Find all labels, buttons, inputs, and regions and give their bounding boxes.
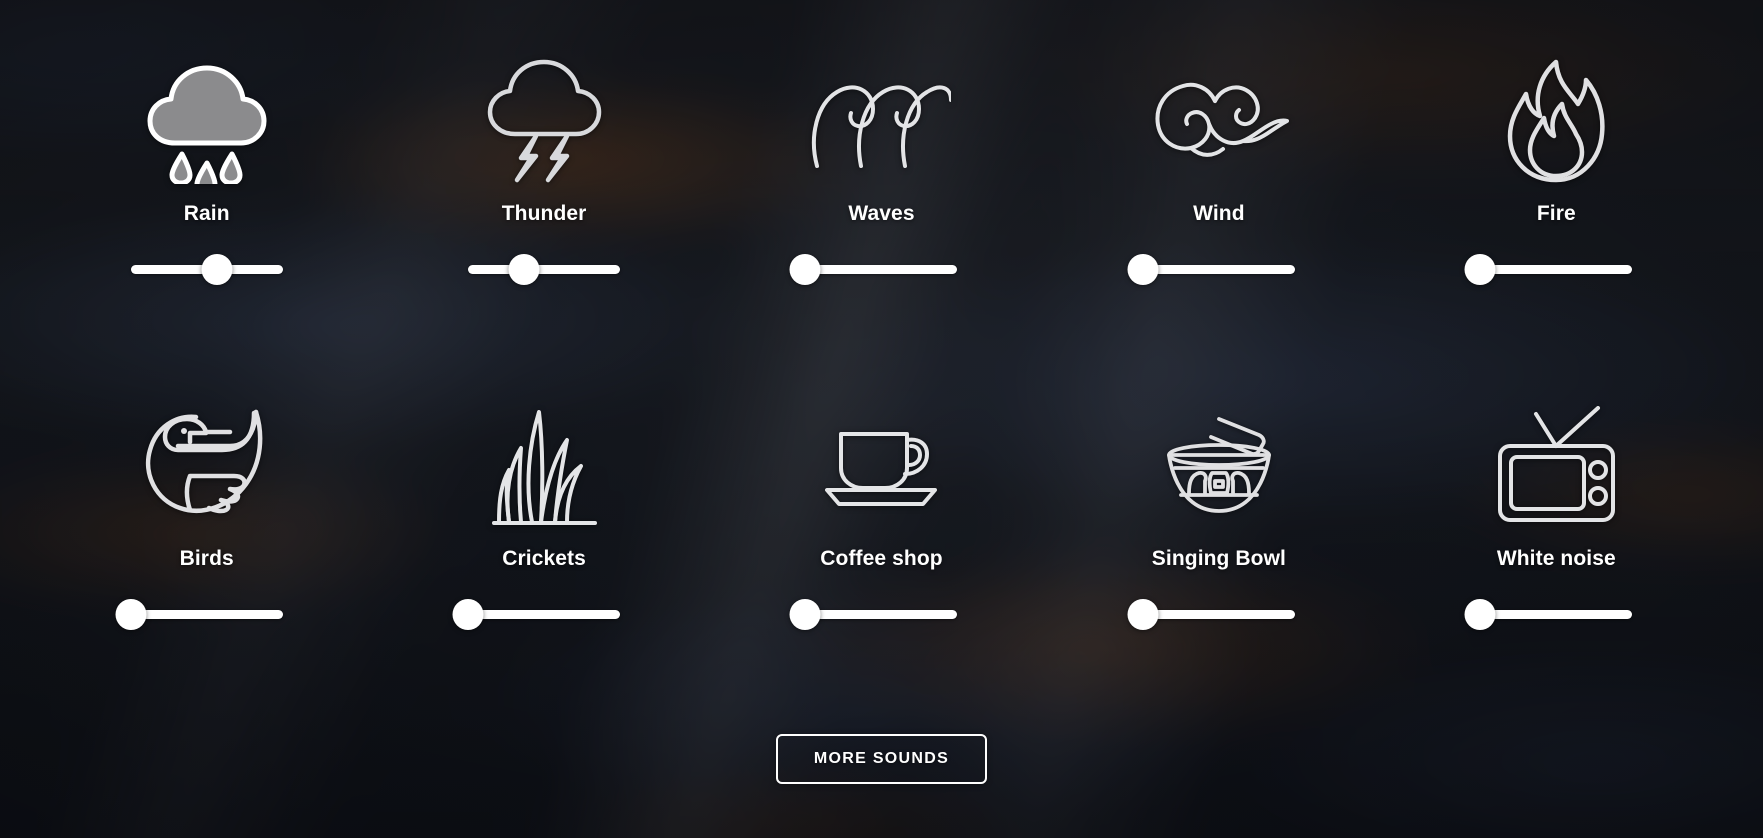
volume-slider-wind[interactable] — [1127, 252, 1295, 286]
sound-label-birds: Birds — [179, 547, 234, 570]
slider-track-waves[interactable] — [805, 264, 958, 274]
slider-thumb-white-noise[interactable] — [1464, 598, 1496, 630]
slider-thumb-singing-bowl[interactable] — [1127, 598, 1159, 630]
sound-tile-waves: Waves — [713, 34, 1050, 379]
volume-slider-rain[interactable] — [130, 252, 283, 286]
volume-slider-birds[interactable] — [115, 597, 283, 631]
slider-thumb-rain[interactable] — [201, 253, 233, 285]
singing-bowl-icon[interactable] — [1134, 391, 1304, 541]
volume-slider-waves[interactable] — [789, 252, 958, 286]
slider-thumb-thunder[interactable] — [508, 253, 540, 285]
sound-tile-crickets: Crickets — [375, 379, 712, 724]
sound-label-thunder: Thunder — [501, 202, 587, 225]
volume-slider-thunder[interactable] — [468, 252, 621, 286]
volume-slider-white-noise[interactable] — [1464, 597, 1633, 631]
sound-tile-singing-bowl: Singing Bowl — [1050, 379, 1387, 724]
slider-track-fire[interactable] — [1480, 264, 1633, 274]
waves-icon[interactable] — [796, 46, 966, 196]
wind-icon[interactable] — [1134, 46, 1304, 196]
sound-label-white-noise: White noise — [1496, 547, 1616, 570]
sound-mixer-page: Rain Thunder Waves Wind Fire Birds Crick… — [0, 0, 1763, 838]
thunder-cloud-icon[interactable] — [459, 46, 629, 196]
sound-label-fire: Fire — [1536, 202, 1576, 225]
sound-label-coffee-shop: Coffee shop — [820, 547, 943, 570]
sound-grid: Rain Thunder Waves Wind Fire Birds Crick… — [38, 34, 1725, 724]
volume-slider-singing-bowl[interactable] — [1127, 597, 1295, 631]
sound-tile-fire: Fire — [1388, 34, 1725, 379]
sound-label-wind: Wind — [1193, 202, 1245, 225]
television-icon[interactable] — [1471, 391, 1641, 541]
sound-label-rain: Rain — [183, 202, 230, 225]
volume-slider-coffee-shop[interactable] — [789, 597, 958, 631]
sound-label-waves: Waves — [848, 202, 915, 225]
sound-tile-rain: Rain — [38, 34, 375, 379]
slider-track-singing-bowl[interactable] — [1142, 609, 1295, 619]
slider-track-thunder[interactable] — [468, 264, 621, 274]
fire-icon[interactable] — [1471, 46, 1641, 196]
footer: MORE SOUNDS — [38, 724, 1725, 838]
rain-cloud-icon[interactable] — [122, 46, 292, 196]
slider-track-wind[interactable] — [1142, 264, 1295, 274]
grass-icon[interactable] — [459, 391, 629, 541]
coffee-cup-icon[interactable] — [796, 391, 966, 541]
sound-label-crickets: Crickets — [502, 547, 586, 570]
slider-track-crickets[interactable] — [468, 609, 621, 619]
sound-tile-coffee-shop: Coffee shop — [713, 379, 1050, 724]
slider-thumb-crickets[interactable] — [452, 598, 484, 630]
slider-thumb-wind[interactable] — [1127, 253, 1159, 285]
sound-tile-thunder: Thunder — [375, 34, 712, 379]
sound-tile-birds: Birds — [38, 379, 375, 724]
sound-tile-wind: Wind — [1050, 34, 1387, 379]
sound-label-singing-bowl: Singing Bowl — [1151, 547, 1286, 570]
slider-thumb-waves[interactable] — [789, 253, 821, 285]
slider-track-coffee-shop[interactable] — [805, 609, 958, 619]
volume-slider-fire[interactable] — [1464, 252, 1633, 286]
slider-thumb-fire[interactable] — [1464, 253, 1496, 285]
slider-thumb-birds[interactable] — [115, 598, 147, 630]
volume-slider-crickets[interactable] — [452, 597, 621, 631]
sound-tile-white-noise: White noise — [1388, 379, 1725, 724]
bird-icon[interactable] — [122, 391, 292, 541]
more-sounds-button[interactable]: MORE SOUNDS — [775, 734, 988, 784]
slider-thumb-coffee-shop[interactable] — [789, 598, 821, 630]
slider-track-white-noise[interactable] — [1480, 609, 1633, 619]
slider-track-birds[interactable] — [130, 609, 283, 619]
